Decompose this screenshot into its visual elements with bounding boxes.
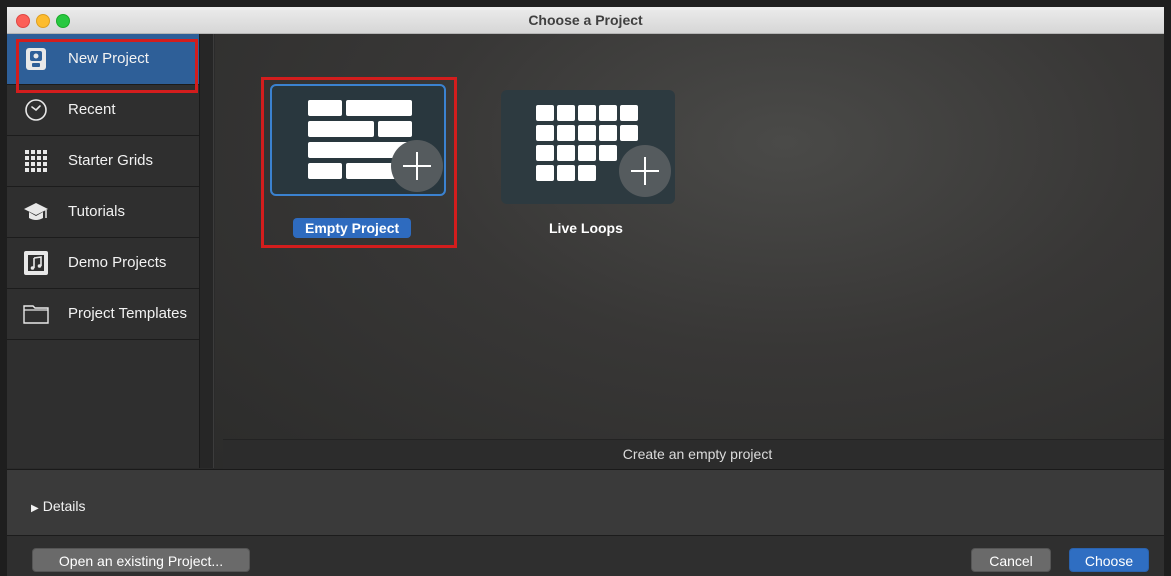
disclosure-triangle-icon: ▶	[31, 503, 39, 514]
graduation-cap-icon	[23, 199, 49, 225]
clock-icon	[23, 97, 49, 123]
sidebar-item-demo-projects[interactable]: Demo Projects	[7, 238, 199, 289]
sidebar-item-label: Project Templates	[68, 305, 187, 322]
empty-project-highlight-box	[261, 77, 457, 248]
add-plus-icon	[619, 145, 671, 197]
cancel-button[interactable]: Cancel	[971, 548, 1051, 572]
details-disclosure-button[interactable]: ▶ Details	[31, 498, 86, 514]
live-loops-tile[interactable]	[501, 90, 675, 204]
grid-icon	[23, 148, 49, 174]
choose-project-window: Choose a Project New Project Recent Star…	[7, 7, 1164, 576]
sidebar-splitter[interactable]	[199, 34, 214, 468]
folder-icon	[23, 301, 49, 327]
sidebar: New Project Recent Starter Grids Tutoria…	[7, 34, 199, 468]
sidebar-item-tutorials[interactable]: Tutorials	[7, 187, 199, 238]
open-existing-project-button[interactable]: Open an existing Project...	[32, 548, 250, 572]
choose-button[interactable]: Choose	[1069, 548, 1149, 572]
sidebar-item-project-templates[interactable]: Project Templates	[7, 289, 199, 340]
sidebar-item-label: Demo Projects	[68, 254, 167, 271]
sidebar-item-label: Recent	[68, 101, 116, 118]
live-loops-label: Live Loops	[549, 220, 623, 236]
bottom-bar: Open an existing Project... Cancel Choos…	[7, 535, 1164, 576]
music-note-icon	[23, 250, 49, 276]
new-project-highlight-box	[16, 39, 198, 93]
sidebar-item-label: Starter Grids	[68, 152, 154, 169]
details-panel: ▶ Details	[7, 469, 1164, 536]
status-bar: Create an empty project	[223, 439, 1164, 469]
window-title: Choose a Project	[528, 12, 643, 28]
sidebar-item-starter-grids[interactable]: Starter Grids	[7, 136, 199, 187]
sidebar-item-label: Tutorials	[68, 203, 125, 220]
status-text: Create an empty project	[622, 446, 773, 462]
details-label: Details	[42, 498, 86, 514]
title-bar: Choose a Project	[7, 7, 1164, 34]
